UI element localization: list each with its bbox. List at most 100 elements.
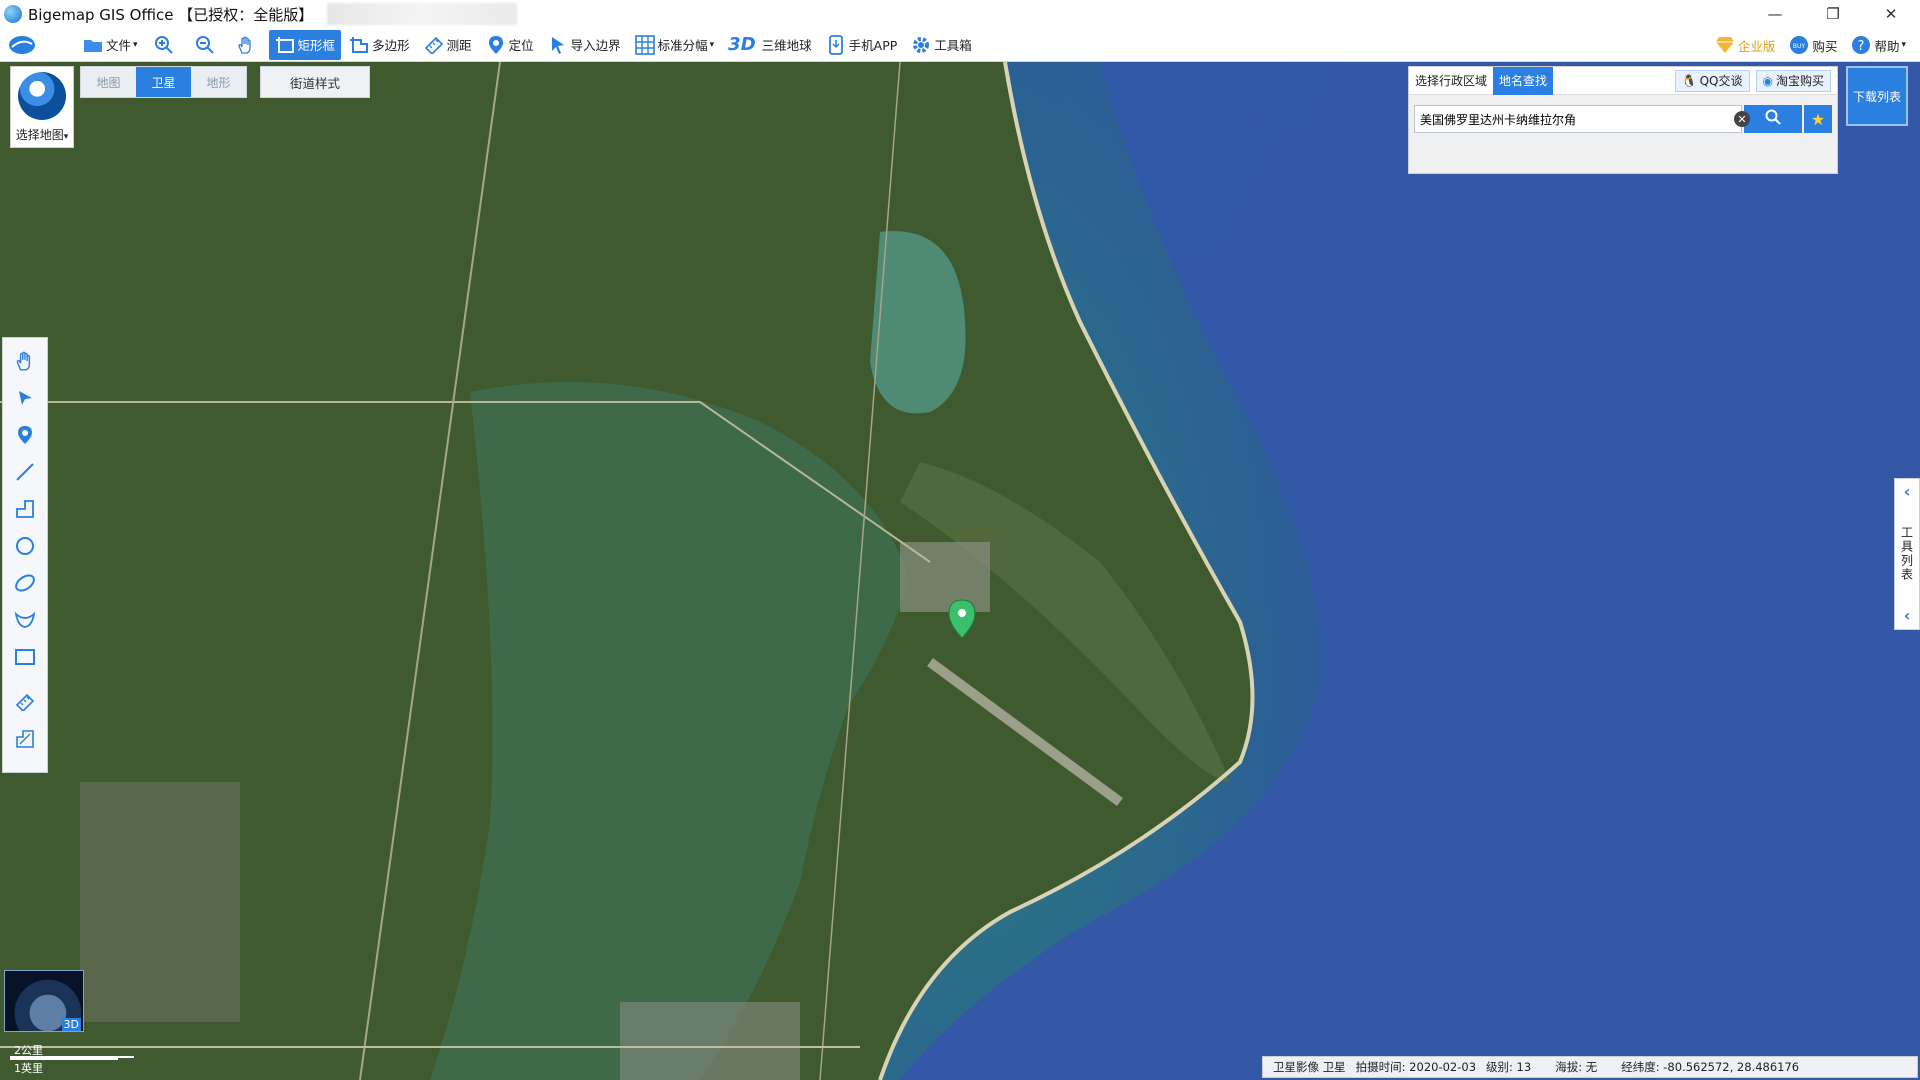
star-icon: ★ bbox=[1810, 109, 1826, 129]
redacted-area bbox=[327, 3, 518, 25]
measure-button[interactable]: 测距 bbox=[418, 30, 478, 60]
ellipse-tool[interactable] bbox=[8, 568, 42, 602]
place-search-input[interactable] bbox=[1414, 105, 1742, 133]
app-menu-button[interactable] bbox=[0, 30, 47, 60]
globe-3d-badge: 3D bbox=[61, 1018, 81, 1031]
rectangle-tool[interactable] bbox=[8, 642, 42, 676]
tab-select-region[interactable]: 选择行政区域 bbox=[1409, 67, 1493, 95]
download-list-button[interactable]: 下载列表 bbox=[1846, 66, 1908, 126]
zoom-in-icon bbox=[154, 35, 174, 55]
globe-3d-button[interactable]: 3D 三维地球 bbox=[722, 30, 817, 60]
capture-date: 拍摄时间: 2020-02-03 bbox=[1355, 1060, 1477, 1074]
restore-button[interactable]: ❐ bbox=[1804, 0, 1862, 28]
taobao-buy-label: 淘宝购买 bbox=[1775, 74, 1824, 88]
phone-icon bbox=[826, 34, 846, 55]
file-menu[interactable]: 文件 ▾ bbox=[77, 30, 144, 60]
app-menu-icon bbox=[8, 35, 36, 55]
rect-select-button[interactable]: 矩形框 bbox=[268, 29, 342, 60]
standard-sheet-button[interactable]: 标准分幅 ▾ bbox=[629, 30, 721, 60]
measure-area-tool[interactable] bbox=[8, 724, 42, 758]
polyline-tool[interactable] bbox=[8, 494, 42, 528]
status-bar: 卫星影像 卫星 拍摄时间: 2020-02-03 级别: 13 海拔: 无 经纬… bbox=[1262, 1056, 1918, 1078]
globe-icon bbox=[18, 72, 66, 120]
import-boundary-button[interactable]: 导入边界 bbox=[542, 30, 627, 60]
satellite-imagery bbox=[0, 62, 1920, 1080]
line-tool[interactable] bbox=[8, 457, 42, 491]
enterprise-label: 企业版 bbox=[1737, 38, 1776, 54]
select-map-label: 选择地图 bbox=[15, 128, 64, 142]
import-cursor-icon bbox=[548, 35, 568, 55]
pan-tool[interactable] bbox=[8, 346, 42, 380]
chevron-down-icon: ▾ bbox=[709, 39, 715, 50]
help-button[interactable]: ? 帮助 ▾ bbox=[1845, 30, 1912, 60]
select-tool[interactable] bbox=[8, 383, 42, 417]
measure-label: 测距 bbox=[446, 38, 472, 53]
circle-icon bbox=[15, 536, 35, 560]
chevron-down-icon: ▾ bbox=[1901, 40, 1906, 50]
tab-terrain[interactable]: 地形 bbox=[191, 67, 246, 97]
area-ruler-icon bbox=[15, 729, 35, 753]
chevron-left-icon[interactable]: ‹ bbox=[1904, 608, 1911, 624]
measure-distance-tool[interactable] bbox=[8, 687, 42, 721]
map-type-tabs: 地图 卫星 地形 bbox=[80, 66, 247, 98]
curve-shape-icon bbox=[14, 610, 36, 634]
scale-mi-label: 1英里 bbox=[14, 1062, 43, 1075]
taobao-buy-button[interactable]: ◉ 淘宝购买 bbox=[1755, 69, 1831, 92]
altitude: 海拔: 无 bbox=[1555, 1060, 1598, 1074]
zoom-out-button[interactable] bbox=[187, 30, 226, 60]
locate-label: 定位 bbox=[508, 38, 534, 53]
close-button[interactable]: ✕ bbox=[1862, 0, 1920, 28]
toolbox-button[interactable]: 工具箱 bbox=[905, 30, 978, 60]
location-pin-icon bbox=[17, 425, 33, 449]
tab-place-search[interactable]: 地名查找 bbox=[1493, 66, 1554, 95]
tab-satellite[interactable]: 卫星 bbox=[136, 67, 191, 97]
title-bar: Bigemap GIS Office 【已授权：全能版】 — ❐ ✕ bbox=[0, 0, 1920, 28]
mobile-app-button[interactable]: 手机APP bbox=[820, 30, 904, 60]
globe-3d-label: 三维地球 bbox=[761, 38, 812, 53]
polygon-icon bbox=[15, 499, 35, 523]
location-pin-icon bbox=[486, 35, 506, 55]
folder-icon bbox=[83, 35, 103, 55]
help-label: 帮助 bbox=[1874, 38, 1900, 54]
help-icon: ? bbox=[1851, 35, 1871, 55]
hand-icon bbox=[236, 35, 256, 55]
svg-text:?: ? bbox=[1858, 39, 1865, 54]
rect-select-icon bbox=[275, 35, 295, 55]
pan-button[interactable] bbox=[228, 30, 267, 60]
qq-penguin-icon: 🐧 bbox=[1681, 73, 1697, 88]
globe-3d-thumbnail[interactable]: 3D bbox=[4, 970, 84, 1032]
point-tool[interactable] bbox=[8, 420, 42, 454]
clear-search-icon[interactable]: ✕ bbox=[1734, 111, 1750, 127]
street-style-button[interactable]: 街道样式 bbox=[260, 66, 370, 98]
locate-button[interactable]: 定位 bbox=[480, 30, 540, 60]
mobile-app-label: 手机APP bbox=[848, 38, 898, 53]
window-title: Bigemap GIS Office 【已授权：全能版】 bbox=[28, 5, 314, 24]
favorite-button[interactable]: ★ bbox=[1804, 105, 1832, 133]
buy-button[interactable]: BUY 购买 bbox=[1783, 30, 1843, 60]
rectangle-icon bbox=[14, 648, 36, 670]
minimize-button[interactable]: — bbox=[1746, 0, 1804, 28]
file-menu-label: 文件 bbox=[106, 38, 132, 53]
three-d-icon: 3D bbox=[728, 34, 756, 55]
zoom-level: 级别: 13 bbox=[1486, 1060, 1532, 1074]
ruler-icon bbox=[424, 35, 444, 55]
select-map-button[interactable]: 选择地图▾ bbox=[10, 66, 74, 148]
polygon-icon bbox=[349, 35, 369, 55]
satellite-map[interactable] bbox=[0, 62, 1920, 1080]
app-logo-icon bbox=[4, 5, 22, 23]
polygon-button[interactable]: 多边形 bbox=[343, 30, 416, 60]
search-button[interactable] bbox=[1744, 105, 1802, 133]
circle-tool[interactable] bbox=[8, 531, 42, 565]
chevron-down-icon: ▾ bbox=[133, 39, 138, 50]
standard-sheet-label: 标准分幅 bbox=[657, 38, 708, 53]
curve-tool[interactable] bbox=[8, 605, 42, 639]
ruler-icon bbox=[15, 693, 35, 715]
tool-list-panel[interactable]: ‹ 工具列表 ‹ bbox=[1894, 478, 1920, 630]
qq-chat-button[interactable]: 🐧 QQ交谈 bbox=[1674, 69, 1750, 92]
rect-select-label: 矩形框 bbox=[297, 38, 336, 53]
chevron-left-icon[interactable]: ‹ bbox=[1904, 484, 1911, 500]
enterprise-button[interactable]: 企业版 bbox=[1709, 30, 1782, 60]
diamond-icon bbox=[1715, 35, 1735, 55]
tab-map[interactable]: 地图 bbox=[81, 67, 136, 97]
zoom-in-button[interactable] bbox=[146, 30, 185, 60]
